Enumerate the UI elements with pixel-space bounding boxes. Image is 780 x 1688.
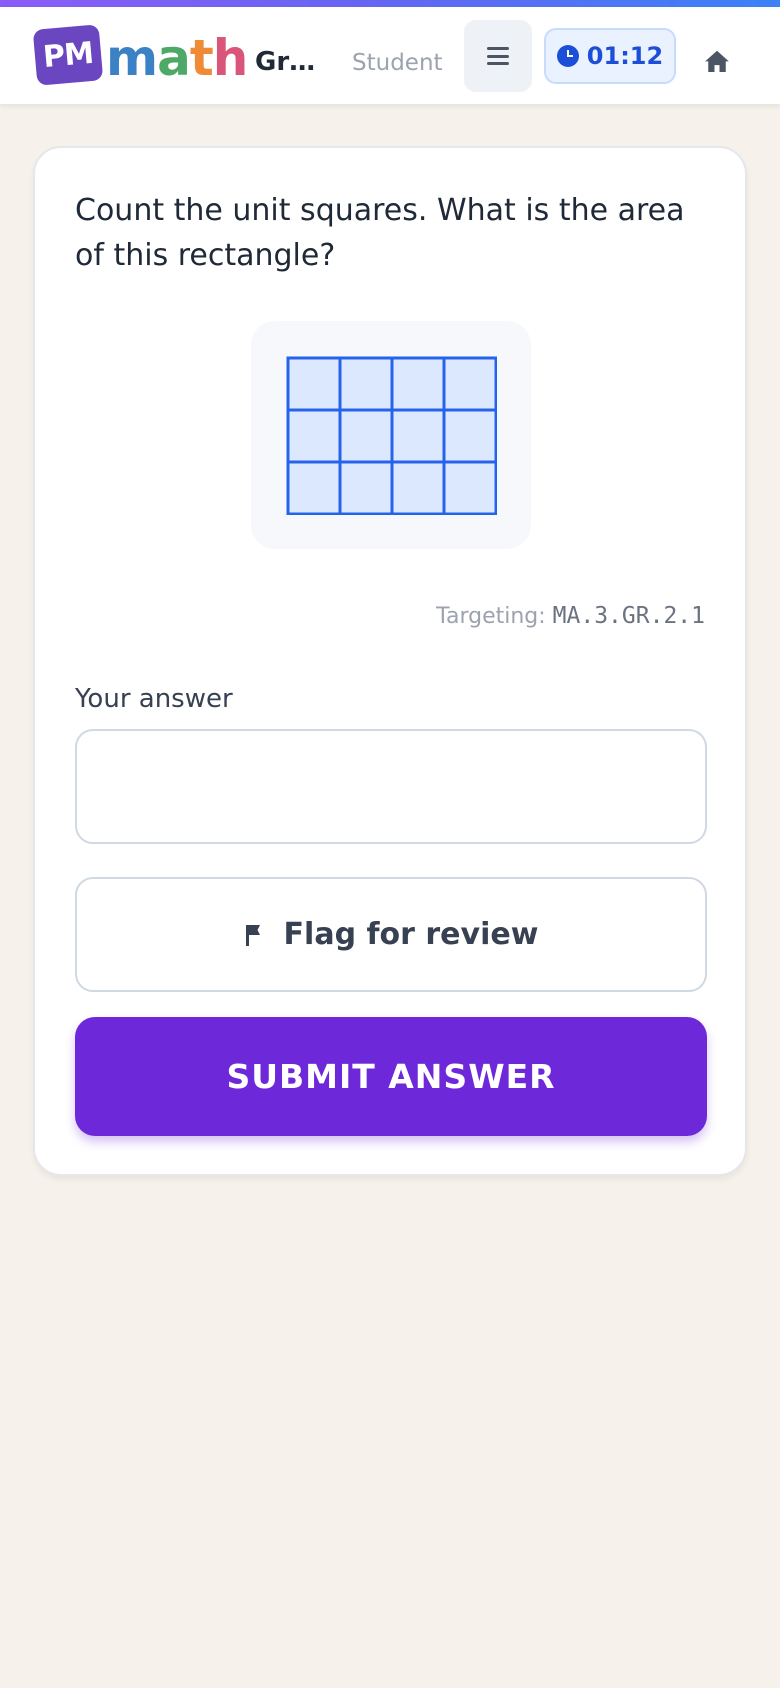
answer-input[interactable] bbox=[75, 729, 707, 844]
flag-for-review-button[interactable]: Flag for review bbox=[75, 877, 707, 992]
logo-wordmark: math bbox=[106, 29, 248, 87]
submit-answer-button[interactable]: SUBMIT ANSWER bbox=[75, 1017, 707, 1136]
unit-square bbox=[338, 408, 394, 464]
menu-button[interactable] bbox=[464, 20, 532, 92]
unit-square bbox=[286, 408, 342, 464]
unit-square bbox=[442, 356, 497, 412]
hamburger-menu-icon bbox=[487, 47, 509, 65]
unit-square-rectangle bbox=[286, 356, 497, 515]
unit-square bbox=[442, 460, 497, 515]
unit-square bbox=[390, 408, 446, 464]
submit-answer-label: SUBMIT ANSWER bbox=[226, 1057, 556, 1096]
home-button[interactable] bbox=[702, 47, 732, 77]
targeting-info: Targeting: MA.3.GR.2.1 bbox=[436, 603, 705, 629]
top-accent-bar bbox=[0, 0, 780, 7]
figure-panel bbox=[251, 321, 531, 549]
unit-square bbox=[390, 460, 446, 515]
home-icon bbox=[705, 50, 729, 72]
question-text: Count the unit squares. What is the area… bbox=[75, 193, 685, 273]
standard-code: MA.3.GR.2.1 bbox=[552, 603, 705, 629]
clock-icon bbox=[556, 45, 579, 67]
role-label: Student bbox=[352, 50, 443, 76]
timer-badge: 01:12 bbox=[544, 28, 676, 84]
unit-square bbox=[390, 356, 446, 412]
logo-badge: PM bbox=[32, 24, 104, 86]
answer-label: Your answer bbox=[75, 684, 233, 714]
app-header: PM math Grade 3 Student 01:12 bbox=[0, 7, 780, 105]
logo-badge-text: PM bbox=[41, 35, 95, 75]
flag-icon bbox=[245, 924, 260, 946]
unit-square bbox=[442, 408, 497, 464]
question-card: Count the unit squares. What is the area… bbox=[33, 146, 747, 1176]
targeting-label: Targeting: bbox=[436, 604, 546, 629]
unit-square bbox=[286, 460, 342, 515]
unit-square bbox=[338, 356, 394, 412]
unit-square bbox=[286, 356, 342, 412]
timer-value: 01:12 bbox=[586, 42, 664, 70]
flag-for-review-label: Flag for review bbox=[283, 917, 539, 952]
unit-square bbox=[338, 460, 394, 515]
grade-title: Grade 3 bbox=[255, 47, 329, 77]
